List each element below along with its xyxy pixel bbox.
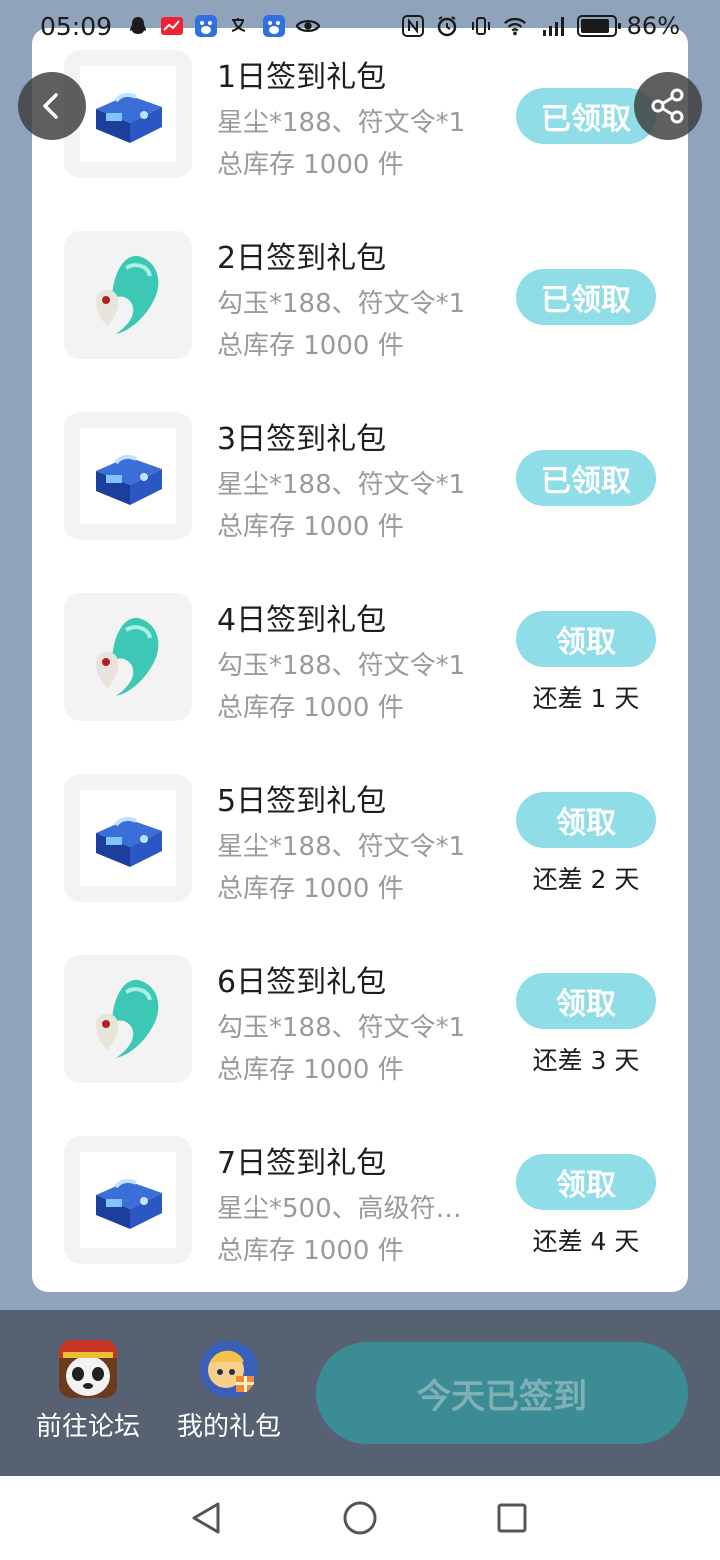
treasure-chest-icon [96,454,162,505]
gift-card: 1日签到礼包 星尘*188、符文令*1 总库存 1000 件 已领取 2日签到礼… [32,28,688,1292]
gift-thumbnail [64,1136,192,1264]
gift-stock: 总库存 1000 件 [217,1055,404,1085]
status-bar-right: 86% [401,12,680,40]
gift-stock: 总库存 1000 件 [217,150,404,180]
gift-contents: 星尘*188、符文令*1 [217,108,466,138]
gift-contents: 勾玉*188、符文令*1 [217,1013,466,1043]
nav-recents-button[interactable] [492,1498,532,1538]
nav-back-button[interactable] [186,1498,226,1538]
gift-title: 1日签到礼包 [217,60,387,95]
treasure-chest-icon [96,816,162,867]
claimed-button[interactable]: 已领取 [516,450,656,506]
gift-title: 5日签到礼包 [217,784,387,819]
gift-title: 7日签到礼包 [217,1146,387,1181]
signed-today-button[interactable]: 今天已签到 [316,1342,688,1444]
list-item: 3日签到礼包 星尘*188、符文令*1 总库存 1000 件 已领取 [32,412,688,562]
status-time: 05:09 [40,11,113,41]
alarm-icon [435,14,459,38]
gift-contents: 星尘*500、高级符… [217,1194,462,1224]
claim-button[interactable]: 领取 [516,1154,656,1210]
gift-thumbnail [64,774,192,902]
gift-title: 4日签到礼包 [217,603,387,638]
share-button[interactable] [634,72,702,140]
claimed-button[interactable]: 已领取 [516,269,656,325]
days-left-label: 还差 3 天 [532,1046,640,1075]
gift-thumbnail [64,412,192,540]
forum-link[interactable]: 前往论坛 [28,1340,148,1443]
list-item: 7日签到礼包 星尘*500、高级符… 总库存 1000 件 领取 还差 4 天 [32,1136,688,1286]
circle-home-icon [343,1501,377,1535]
status-bar: 05:09 86% [0,0,720,52]
triangle-back-icon [192,1502,220,1534]
claim-button[interactable]: 领取 [516,792,656,848]
baidu-icon-2 [262,14,286,38]
gift-thumbnail [64,231,192,359]
treasure-chest-icon [96,1178,162,1229]
days-left-label: 还差 1 天 [532,684,640,713]
qq-icon [126,14,150,38]
gift-title: 2日签到礼包 [217,241,387,276]
list-item: 6日签到礼包 勾玉*188、符文令*1 总库存 1000 件 领取 还差 3 天 [32,955,688,1105]
jade-magatama-icon [96,617,159,696]
share-icon [651,88,684,124]
gift-thumbnail [64,593,192,721]
eye-icon [296,14,321,38]
stock-app-icon [160,14,184,38]
baidu-icon [194,14,218,38]
game-avatar-icon [59,1340,117,1398]
status-bar-left: 05:09 [40,11,321,41]
square-recents-icon [497,1503,527,1533]
back-button[interactable] [18,72,86,140]
mascot-gift-icon [200,1340,258,1398]
bottom-bar: 前往论坛 我的礼包 今天已签到 [0,1310,720,1476]
battery-icon [576,15,621,37]
signal-icon [537,14,567,38]
gift-stock: 总库存 1000 件 [217,512,404,542]
translate-icon [228,14,252,38]
jade-magatama-icon [96,979,159,1058]
gift-stock: 总库存 1000 件 [217,1236,404,1266]
gift-stock: 总库存 1000 件 [217,331,404,361]
gift-title: 6日签到礼包 [217,965,387,1000]
system-nav-bar [0,1476,720,1560]
my-gifts-link[interactable]: 我的礼包 [169,1340,289,1443]
gift-contents: 勾玉*188、符文令*1 [217,289,466,319]
days-left-label: 还差 4 天 [532,1227,640,1256]
gift-contents: 勾玉*188、符文令*1 [217,651,466,681]
list-item: 2日签到礼包 勾玉*188、符文令*1 总库存 1000 件 已领取 [32,231,688,381]
gift-thumbnail [64,955,192,1083]
gift-title: 3日签到礼包 [217,422,387,457]
my-gifts-label: 我的礼包 [176,1412,281,1442]
claim-button[interactable]: 领取 [516,973,656,1029]
claim-button[interactable]: 领取 [516,611,656,667]
wifi-icon [503,14,527,38]
treasure-chest-icon [96,92,162,143]
days-left-label: 还差 2 天 [532,865,640,894]
gift-contents: 星尘*188、符文令*1 [217,470,466,500]
nav-home-button[interactable] [340,1498,380,1538]
battery-percent: 86% [626,12,680,40]
forum-label: 前往论坛 [35,1412,140,1442]
gift-stock: 总库存 1000 件 [217,874,404,904]
gift-contents: 星尘*188、符文令*1 [217,832,466,862]
vibrate-icon [469,14,493,38]
gift-stock: 总库存 1000 件 [217,693,404,723]
jade-magatama-icon [96,255,159,334]
chevron-left-icon [43,93,58,119]
list-item: 5日签到礼包 星尘*188、符文令*1 总库存 1000 件 领取 还差 2 天 [32,774,688,924]
list-item: 1日签到礼包 星尘*188、符文令*1 总库存 1000 件 已领取 [32,50,688,200]
list-item: 4日签到礼包 勾玉*188、符文令*1 总库存 1000 件 领取 还差 1 天 [32,593,688,743]
nfc-icon [401,14,425,38]
